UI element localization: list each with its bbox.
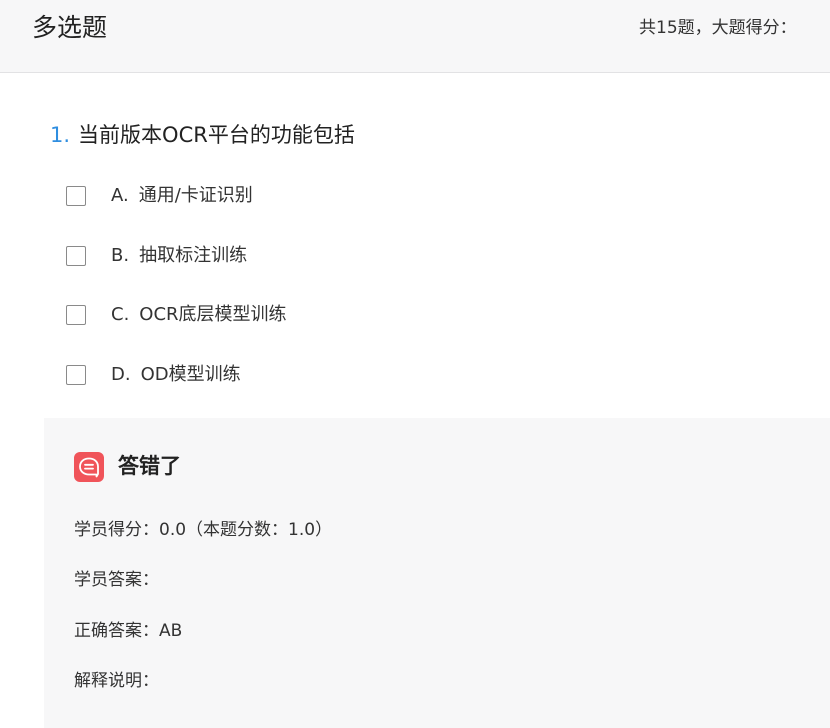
checkbox-d[interactable]	[66, 364, 86, 385]
option-c-label: C. OCR底层模型训练	[111, 300, 287, 330]
option-d-label: D. OD模型训练	[111, 360, 241, 390]
checkbox-c[interactable]	[66, 305, 86, 325]
student-answer: 学员答案：	[74, 570, 159, 590]
option-key: D.	[111, 363, 131, 385]
option-text: 抽取标注训练	[139, 244, 248, 266]
section-title: 多选题	[32, 13, 108, 42]
question-title: 1. 当前版本OCR平台的功能包括	[50, 119, 355, 151]
answer-result-panel: 答错了 学员得分：0.0（本题分数：1.0） 学员答案： 正确答案：AB 解释说…	[44, 418, 830, 728]
message-bubble-icon	[74, 452, 104, 486]
option-key: C.	[111, 304, 130, 325]
explanation: 解释说明：	[74, 671, 159, 691]
option-key: A.	[111, 185, 129, 206]
option-a-label: A. 通用/卡证识别	[111, 181, 253, 211]
section-summary: 共15题，大题得分：	[639, 18, 797, 38]
option-key: B.	[111, 244, 130, 266]
checkbox-a[interactable]	[66, 186, 86, 206]
question-number: 1.	[50, 123, 71, 147]
option-b-label: B. 抽取标注训练	[111, 241, 247, 271]
student-score: 学员得分：0.0（本题分数：1.0）	[74, 520, 333, 540]
option-text: 通用/卡证识别	[138, 185, 253, 206]
question-text: 当前版本OCR平台的功能包括	[78, 123, 355, 147]
correct-answer: 正确答案：AB	[74, 621, 183, 641]
result-status: 答错了	[118, 454, 181, 478]
checkbox-b[interactable]	[66, 245, 86, 266]
option-text: OD模型训练	[140, 363, 241, 385]
section-header: 多选题 共15题，大题得分：	[0, 0, 830, 73]
option-text: OCR底层模型训练	[139, 304, 287, 325]
